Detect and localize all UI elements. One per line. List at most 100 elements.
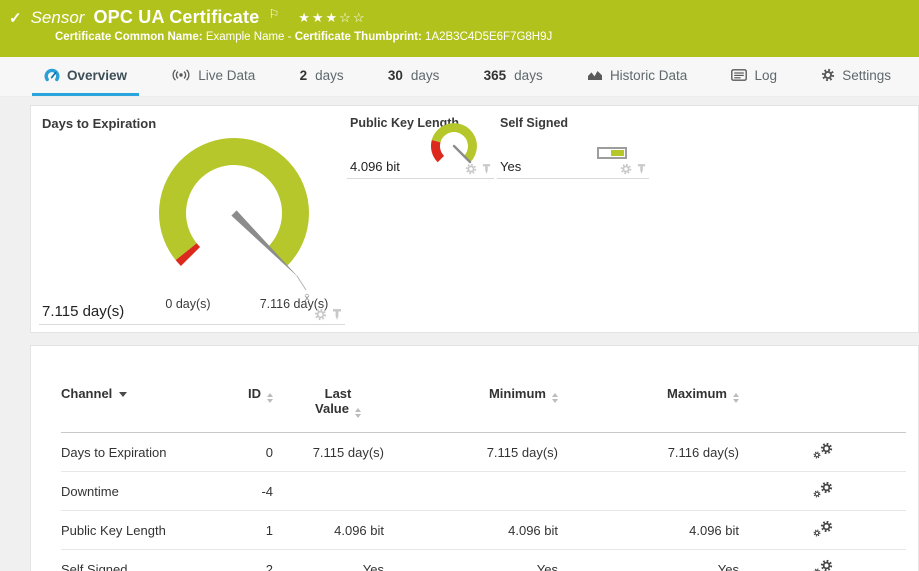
channel-settings-icon[interactable] [813, 481, 833, 498]
tab-live-data[interactable]: Live Data [159, 57, 267, 96]
thumbprint-value: 1A2B3C4D5E6F7G8H9J [425, 31, 552, 43]
gauge-title: Days to Expiration [39, 112, 345, 131]
gear-icon[interactable] [620, 163, 632, 175]
cell-channel[interactable]: Self Signed [61, 550, 211, 571]
table-row: Self Signed 2 Yes Yes Yes [61, 550, 906, 571]
gauge-min-label: 0 day(s) [165, 297, 210, 311]
cell-channel[interactable]: Days to Expiration [61, 433, 211, 472]
gauge-title: Self Signed [497, 112, 649, 130]
gauge-panel-self-signed: Self Signed Yes [497, 112, 649, 179]
error-limit-marker [435, 141, 440, 159]
common-name-value: Example Name [206, 31, 285, 43]
header-last-value[interactable]: Last Value [273, 376, 384, 433]
tab-30-days[interactable]: 30 days [376, 57, 452, 96]
tab-label: Log [754, 68, 777, 83]
area-chart-icon [587, 69, 603, 81]
sensor-title: OPC UA Certificate [93, 7, 259, 28]
cell-channel[interactable]: Public Key Length [61, 511, 211, 550]
cell-minimum: 4.096 bit [384, 511, 558, 550]
channel-value: Yes [500, 159, 521, 174]
table-row: Public Key Length 1 4.096 bit 4.096 bit … [61, 511, 906, 550]
overview-panel: Days to Expiration x̄ 0 day(s) 7.116 day… [30, 105, 919, 333]
cell-last-value: Yes [273, 550, 384, 571]
header-label: Minimum [489, 386, 546, 401]
header-label: Maximum [667, 386, 727, 401]
tab-label: Live Data [198, 68, 255, 83]
pin-icon[interactable] [482, 163, 491, 175]
header-label: Channel [61, 386, 112, 401]
tab-365-days[interactable]: 365 days [472, 57, 555, 96]
cell-maximum [558, 472, 739, 511]
flag-icon[interactable]: ⚐ [268, 7, 279, 21]
sort-icon [552, 393, 558, 403]
cell-id: 2 [211, 550, 273, 571]
gear-icon[interactable] [465, 163, 477, 175]
sensor-subtitle: Certificate Common Name: Example Name - … [0, 31, 919, 43]
table-header-row: Channel ID Last Value Minimum Maximum [61, 376, 906, 433]
tab-number: 30 [388, 68, 403, 83]
header-actions [739, 376, 906, 433]
prtg-sensor-page: ✓ Sensor OPC UA Certificate ⚐ ★★★☆☆ Cert… [0, 0, 919, 571]
broadcast-icon [171, 69, 191, 81]
cell-minimum: Yes [384, 550, 558, 571]
gear-icon [821, 68, 835, 82]
cell-maximum: 7.116 day(s) [558, 433, 739, 472]
status-check-icon: ✓ [9, 9, 22, 27]
tab-label: days [315, 68, 344, 83]
tab-overview[interactable]: Overview [32, 57, 139, 96]
gauge-panel-public-key-length: Public Key Length 4.096 bit [347, 112, 494, 179]
cell-minimum: 7.115 day(s) [384, 433, 558, 472]
pin-icon[interactable] [637, 163, 646, 175]
cell-minimum [384, 472, 558, 511]
days-to-expiration-gauge: x̄ 0 day(s) 7.116 day(s) [39, 136, 339, 314]
tab-label: Historic Data [610, 68, 687, 83]
tab-label: days [514, 68, 543, 83]
error-limit-marker [186, 252, 190, 257]
channel-value: 7.115 day(s) [42, 303, 124, 320]
tab-log[interactable]: Log [719, 57, 789, 96]
log-icon [731, 69, 747, 81]
thumbprint-label: Certificate Thumbprint: [295, 31, 422, 43]
sensor-kind-label: Sensor [31, 8, 85, 28]
table-row: Days to Expiration 0 7.115 day(s) 7.115 … [61, 433, 906, 472]
priority-stars[interactable]: ★★★☆☆ [298, 10, 366, 26]
tab-label: days [411, 68, 440, 83]
channel-settings-icon[interactable] [813, 559, 833, 571]
sort-icon [267, 393, 273, 403]
tab-number: 2 [300, 68, 308, 83]
sort-icon [355, 408, 361, 418]
cell-id: -4 [211, 472, 273, 511]
common-name-label: Certificate Common Name: [55, 31, 203, 43]
header-label: Last Value [315, 386, 351, 416]
cell-maximum: Yes [558, 550, 739, 571]
header-maximum[interactable]: Maximum [558, 376, 739, 433]
tab-settings[interactable]: Settings [809, 57, 903, 96]
channel-table: Channel ID Last Value Minimum Maximum [61, 376, 906, 571]
channel-settings-icon[interactable] [813, 520, 833, 537]
tab-label: Overview [67, 68, 127, 83]
tab-number: 365 [484, 68, 507, 83]
cell-id: 0 [211, 433, 273, 472]
indicator-knob [611, 150, 624, 156]
tab-bar: Overview Live Data 2 days 30 days 365 da… [0, 57, 919, 97]
tab-historic-data[interactable]: Historic Data [575, 57, 699, 96]
cell-channel[interactable]: Downtime [61, 472, 211, 511]
table-row: Downtime -4 [61, 472, 906, 511]
self-signed-indicator [597, 147, 627, 159]
header-channel[interactable]: Channel [61, 376, 211, 433]
cell-last-value [273, 472, 384, 511]
tab-2-days[interactable]: 2 days [288, 57, 356, 96]
sort-icon [733, 393, 739, 403]
gear-icon[interactable] [314, 308, 327, 321]
header-minimum[interactable]: Minimum [384, 376, 558, 433]
pin-icon[interactable] [332, 308, 342, 321]
channel-table-panel: Channel ID Last Value Minimum Maximum [30, 345, 919, 571]
channel-settings-icon[interactable] [813, 442, 833, 459]
tab-label: Settings [842, 68, 891, 83]
header-id[interactable]: ID [211, 376, 273, 433]
gauge-panel-days-to-expiration: Days to Expiration x̄ 0 day(s) 7.116 day… [39, 112, 345, 325]
cell-last-value: 7.115 day(s) [273, 433, 384, 472]
subtitle-separator: - [288, 31, 292, 43]
sensor-banner: ✓ Sensor OPC UA Certificate ⚐ ★★★☆☆ Cert… [0, 0, 919, 57]
channel-value: 4.096 bit [350, 159, 400, 174]
